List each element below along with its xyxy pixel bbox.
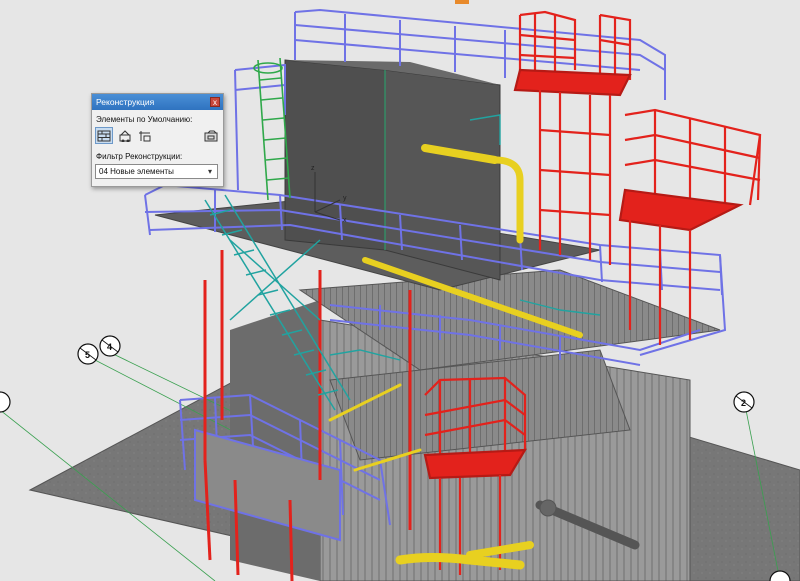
grid-bubble-5-label: 5 <box>85 350 90 360</box>
grid-bubble-5: 5 <box>77 343 99 365</box>
3d-viewport[interactable]: z y x 5 4 2 <box>0 0 800 581</box>
renovation-palette[interactable]: Реконструкция x Элементы по Умолчанию: Ф… <box>91 93 224 187</box>
close-button[interactable]: x <box>210 97 220 107</box>
renovation-filter-select[interactable]: 04 Новые элементы ▾ <box>95 164 218 179</box>
grid-bubble-2: 2 <box>733 391 755 413</box>
renovation-filter-label: Фильтр Реконструкции: <box>96 152 183 161</box>
axis-x-label: x <box>343 217 347 224</box>
renovation-filter-value: 04 Новые элементы <box>99 167 174 176</box>
demolished-elements-icon[interactable] <box>116 127 134 144</box>
axis-z-label: z <box>311 165 315 172</box>
default-elements-toolbar <box>95 127 220 145</box>
axis-y-label: y <box>343 195 347 202</box>
chevron-down-icon[interactable]: ▾ <box>205 166 215 177</box>
existing-elements-icon[interactable] <box>95 127 113 144</box>
grid-bubble-2-label: 2 <box>741 398 746 408</box>
new-elements-icon[interactable] <box>136 127 154 144</box>
palette-titlebar[interactable]: Реконструкция x <box>92 94 223 110</box>
top-marker <box>455 0 469 4</box>
enclosure-left-face <box>284 59 386 251</box>
grid-bubble-4-label: 4 <box>107 342 112 352</box>
default-elements-label: Элементы по Умолчанию: <box>96 115 193 124</box>
lower-block-side <box>230 300 320 581</box>
palette-title: Реконструкция <box>96 97 155 107</box>
override-settings-icon[interactable] <box>202 127 220 144</box>
grid-bubble-4: 4 <box>99 335 121 357</box>
